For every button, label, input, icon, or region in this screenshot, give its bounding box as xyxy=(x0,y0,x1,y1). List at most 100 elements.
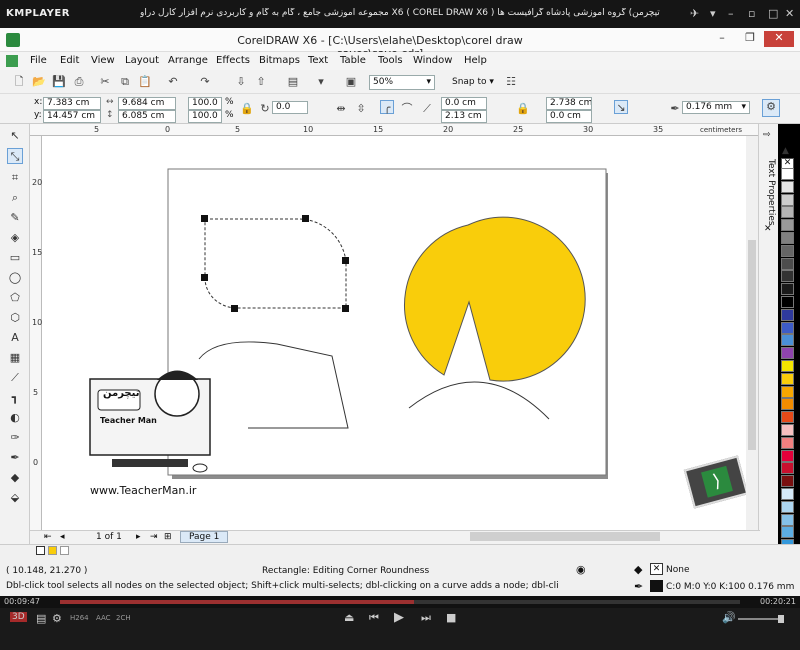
palette-swatch[interactable] xyxy=(781,308,794,321)
menu-text[interactable]: Text xyxy=(308,55,328,66)
text-properties-tab[interactable]: Text Properties xyxy=(760,159,776,259)
palette-swatch[interactable] xyxy=(781,257,794,270)
lock-corners-icon[interactable]: 🔒 xyxy=(516,102,530,116)
mirror-vertical-icon[interactable]: ⇳ xyxy=(354,102,368,116)
volume-icon[interactable]: 🔊 xyxy=(722,611,736,624)
palette-swatch[interactable] xyxy=(781,411,794,424)
corner-radius-top-left[interactable]: 0.0 cm xyxy=(441,97,487,110)
palette-swatch[interactable] xyxy=(781,283,794,296)
palette-swatch[interactable] xyxy=(781,500,794,513)
crop-tool-icon[interactable]: ⌗ xyxy=(7,170,23,186)
minimize-icon[interactable]: – xyxy=(708,31,736,47)
prev-page-icon[interactable]: ◂ xyxy=(60,532,65,542)
player-maximize-icon[interactable]: □ xyxy=(768,7,778,20)
play-icon[interactable]: ▶ xyxy=(394,610,404,625)
settings-icon[interactable]: ⚙ xyxy=(52,612,62,625)
copy-icon[interactable]: ⧉ xyxy=(118,75,132,89)
doc-palette-none[interactable] xyxy=(36,546,45,555)
rotate-icon[interactable]: ↻ xyxy=(258,102,272,116)
palette-swatch[interactable] xyxy=(781,488,794,500)
palette-swatch[interactable] xyxy=(781,424,794,436)
round-corner-icon[interactable]: ╭ xyxy=(380,100,394,114)
stop-icon[interactable]: ■ xyxy=(446,611,456,624)
doc-palette-yellow[interactable] xyxy=(48,546,57,555)
scale-height-field[interactable]: 100.0 xyxy=(188,110,222,123)
new-icon[interactable]: 🗋 xyxy=(12,75,26,89)
paste-icon[interactable]: 📋 xyxy=(138,75,152,89)
player-minimize-icon[interactable]: – xyxy=(728,7,734,20)
palette-swatch[interactable] xyxy=(781,193,794,206)
player-close-icon[interactable]: ✕ xyxy=(785,7,794,20)
add-page-icon[interactable]: ⊞ xyxy=(164,532,172,542)
playlist-icon[interactable]: ▤ xyxy=(36,612,46,625)
shape-tool-icon[interactable]: ⤡ xyxy=(7,148,23,164)
palette-swatch[interactable] xyxy=(781,385,794,398)
palette-swatch[interactable] xyxy=(781,526,794,539)
palette-swatch[interactable] xyxy=(781,296,794,308)
pdf-icon[interactable]: ▤ xyxy=(286,75,300,89)
page-tab[interactable]: Page 1 xyxy=(180,531,229,543)
horizontal-ruler[interactable]: 5 0 5 10 15 20 25 30 35 centimeters xyxy=(30,124,758,136)
corner-radius-bottom-left[interactable]: 2.13 cm xyxy=(441,110,487,123)
docker-close-icon[interactable]: ✕ xyxy=(764,224,772,234)
chamfered-corner-icon[interactable]: ⟋ xyxy=(420,102,434,116)
dimension-tool-icon[interactable]: ⟋ xyxy=(7,370,23,386)
palette-swatch[interactable] xyxy=(781,232,794,244)
angle-field[interactable]: 0.0 xyxy=(272,101,308,114)
text-tool-icon[interactable]: A xyxy=(7,330,23,346)
menu-table[interactable]: Table xyxy=(340,55,366,66)
player-menu-icon[interactable]: ▾ xyxy=(710,7,716,20)
palette-swatch[interactable] xyxy=(781,513,794,526)
palette-swatch[interactable] xyxy=(781,334,794,347)
snap-to-dropdown[interactable]: Snap to ▾ xyxy=(452,77,494,87)
previous-icon[interactable]: ⏮ xyxy=(369,611,379,625)
volume-knob[interactable] xyxy=(778,615,784,623)
fill-tool-icon[interactable]: ◆ xyxy=(7,470,23,486)
palette-scroll-up-icon[interactable]: ▲ xyxy=(782,146,789,156)
zoom-tool-icon[interactable]: ⌕ xyxy=(7,190,23,206)
menu-file[interactable]: File xyxy=(30,55,47,66)
basic-shapes-icon[interactable]: ⬡ xyxy=(7,310,23,326)
palette-swatch[interactable] xyxy=(781,360,794,372)
player-restore-icon[interactable]: ▫ xyxy=(748,7,755,20)
vertical-scrollbar-thumb[interactable] xyxy=(748,240,756,450)
mirror-horizontal-icon[interactable]: ⇹ xyxy=(334,102,348,116)
menu-bitmaps[interactable]: Bitmaps xyxy=(259,55,300,66)
first-page-icon[interactable]: ⇤ xyxy=(44,532,52,542)
outline-pen-icon[interactable]: ✒ xyxy=(668,102,682,116)
smart-fill-icon[interactable]: ◈ xyxy=(7,230,23,246)
convert-to-curves-icon[interactable]: ⚙ xyxy=(762,99,780,117)
welcome-screen-icon[interactable]: ▣ xyxy=(344,75,358,89)
palette-swatch[interactable] xyxy=(781,462,794,475)
close-icon[interactable]: ✕ xyxy=(764,31,794,47)
outline-width-select[interactable]: 0.176 mm ▾ xyxy=(682,101,750,114)
eyedropper-icon[interactable]: ✑ xyxy=(7,430,23,446)
zoom-level-select[interactable]: 50% ▾ xyxy=(369,75,435,90)
palette-swatch[interactable] xyxy=(781,270,794,283)
palette-swatch[interactable] xyxy=(781,168,794,180)
next-icon[interactable]: ⏭ xyxy=(421,611,431,625)
pick-tool-icon[interactable]: ↖ xyxy=(7,128,23,144)
docker-pin-icon[interactable]: ⇨ xyxy=(763,130,771,140)
relative-corner-scaling-icon[interactable]: ↘ xyxy=(614,100,628,114)
scale-width-field[interactable]: 100.0 xyxy=(188,97,222,110)
interactive-fill-icon[interactable]: ⬙ xyxy=(7,490,23,506)
palette-swatch[interactable] xyxy=(781,321,794,334)
width-field[interactable]: 9.684 cm xyxy=(118,97,176,110)
print-icon[interactable]: ⎙ xyxy=(72,75,86,89)
doc-palette-white[interactable] xyxy=(60,546,69,555)
undo-icon[interactable]: ↶ xyxy=(166,75,180,89)
3d-icon[interactable]: 3D xyxy=(10,612,27,622)
restore-icon[interactable]: ❐ xyxy=(736,31,764,47)
palette-swatch[interactable] xyxy=(781,206,794,219)
options-icon[interactable]: ☷ xyxy=(504,75,518,89)
volume-slider[interactable] xyxy=(738,618,782,620)
table-tool-icon[interactable]: ▦ xyxy=(7,350,23,366)
eject-icon[interactable]: ⏏ xyxy=(344,611,354,624)
menu-view[interactable]: View xyxy=(91,55,115,66)
palette-swatch[interactable] xyxy=(781,436,794,449)
drawing-canvas[interactable]: تیچرمن Teacher Man www.TeacherMan.ir ⟩ xyxy=(42,136,758,530)
pin-icon[interactable]: ✈ xyxy=(690,7,699,20)
height-field[interactable]: 6.085 cm xyxy=(118,110,176,123)
horizontal-scrollbar-thumb[interactable] xyxy=(470,532,660,541)
